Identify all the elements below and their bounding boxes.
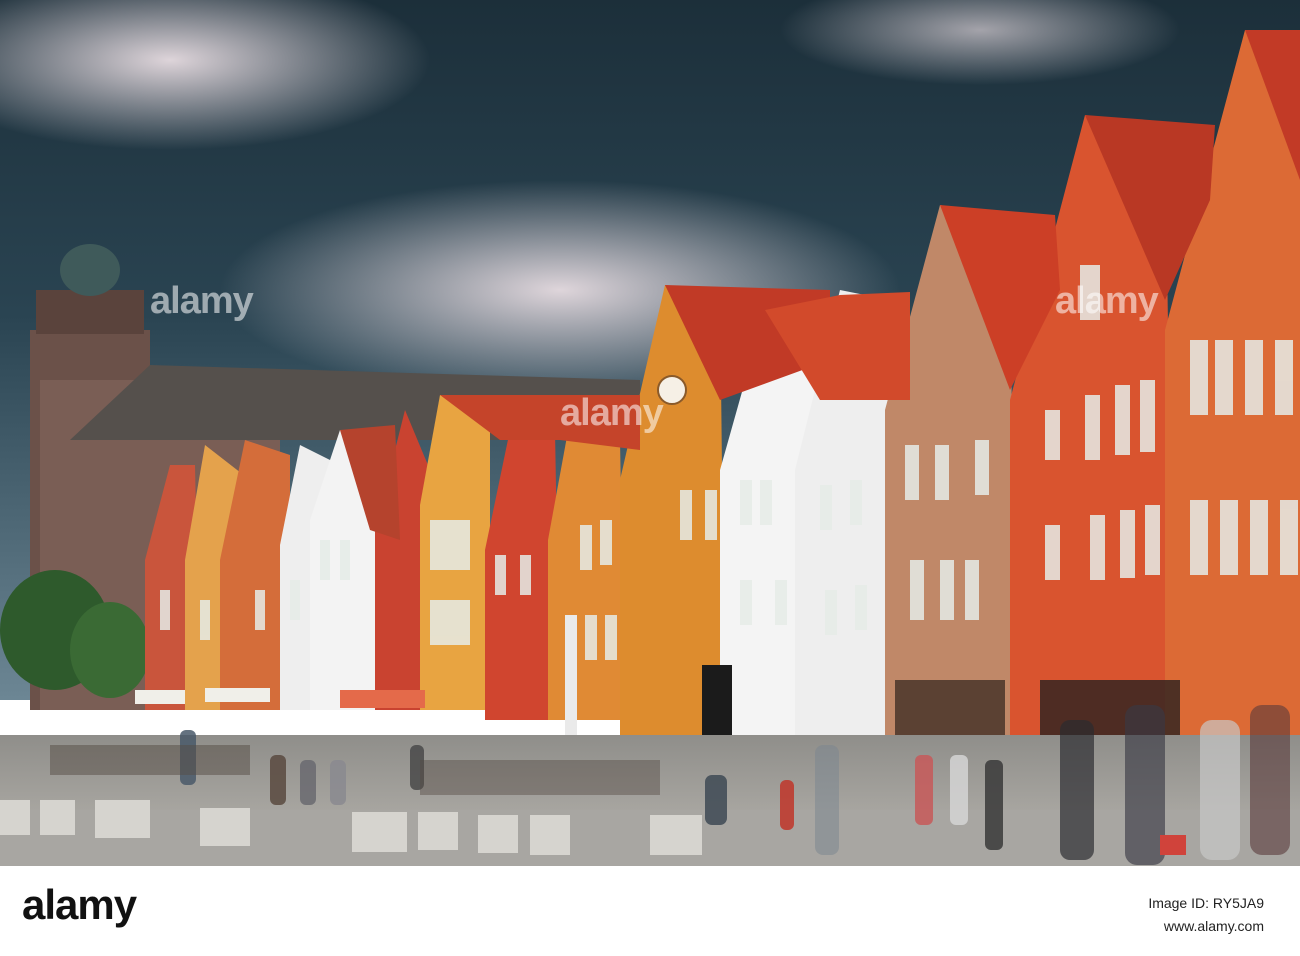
watermark-logo: alamy <box>1055 280 1159 322</box>
brand-logo: alamy <box>22 881 137 929</box>
site-url: www.alamy.com <box>1163 918 1264 934</box>
tree <box>70 602 150 698</box>
brick-tower-top <box>36 290 144 334</box>
watermark-logo: alamy <box>560 392 664 434</box>
awning <box>205 688 270 702</box>
footer-bar <box>0 866 1300 956</box>
awning <box>135 690 185 704</box>
awning <box>340 690 425 708</box>
image-id-label: Image ID: RY5JA9 <box>1148 895 1264 911</box>
watermark-logo: alamy <box>150 280 254 322</box>
brand-logo-text: alamy <box>22 881 137 928</box>
tower-dome <box>60 244 120 296</box>
